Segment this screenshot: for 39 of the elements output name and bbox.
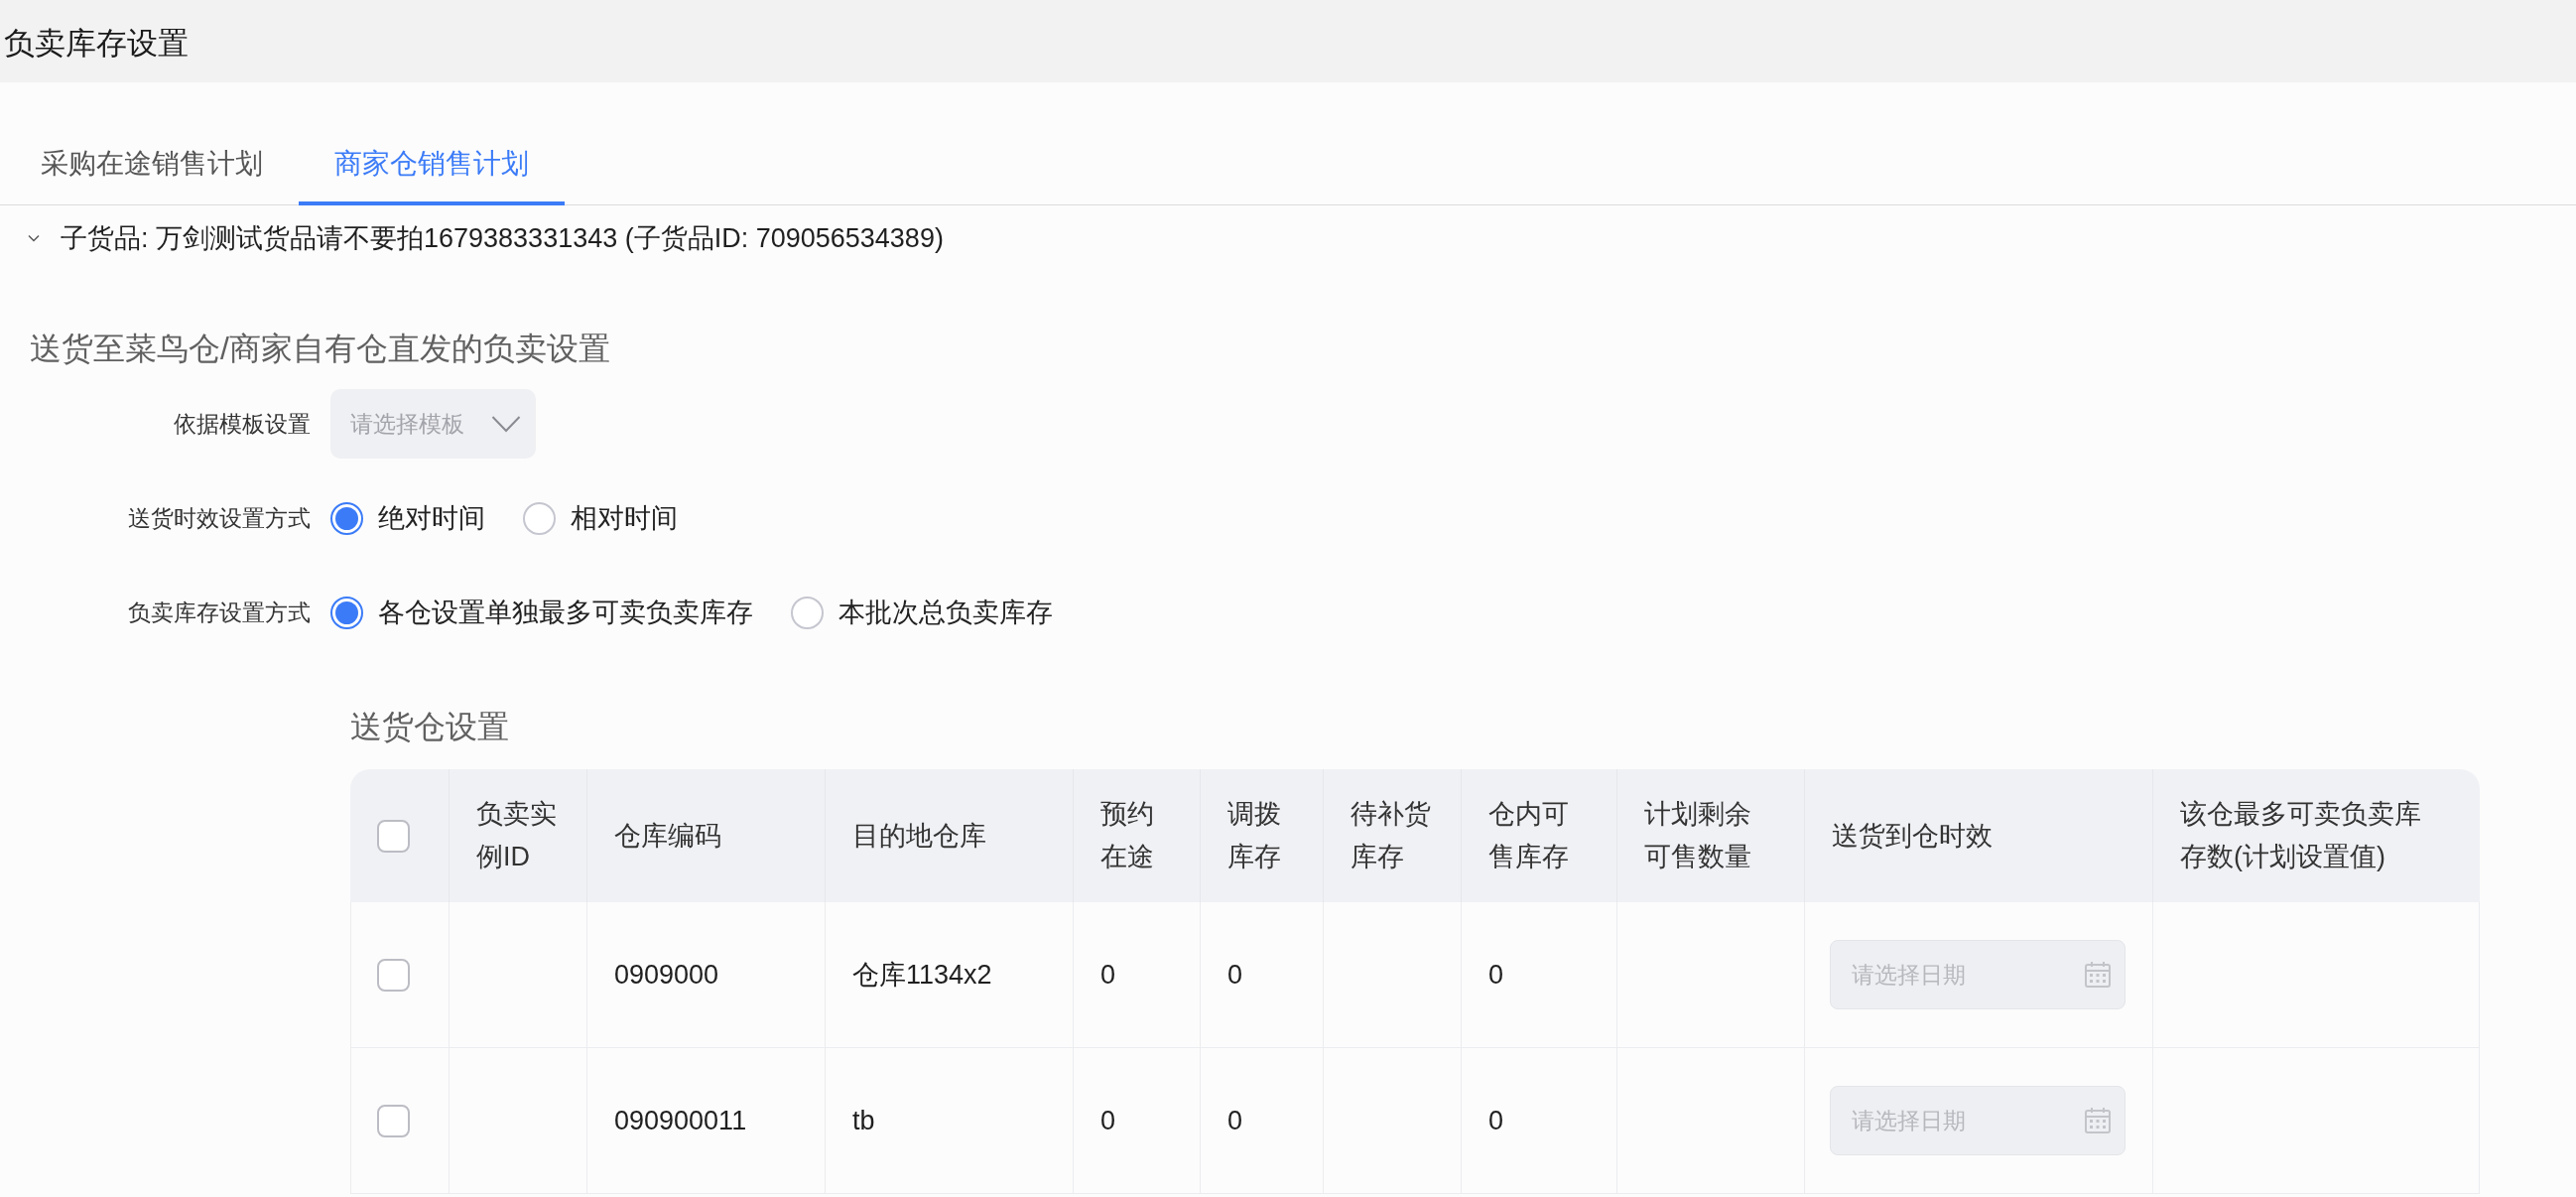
table-cell: 0 — [1488, 959, 1504, 991]
checkbox[interactable] — [377, 1104, 410, 1137]
table-cell: tb — [852, 1105, 875, 1136]
radio-option[interactable]: 各仓设置单独最多可卖负卖库存 — [330, 595, 753, 630]
page-title: 负卖库存设置 — [4, 24, 189, 63]
column-header: 待补货库存 — [1351, 798, 1432, 873]
calendar-icon — [2084, 1107, 2112, 1134]
radio-option[interactable]: 绝对时间 — [330, 500, 485, 536]
table-cell: 0909000 — [614, 959, 719, 991]
table-cell: 0 — [1488, 1105, 1504, 1136]
table-cell: 0 — [1227, 959, 1243, 991]
tab[interactable]: 采购在途销售计划 — [5, 126, 299, 205]
column-header: 目的地仓库 — [852, 819, 986, 853]
collapse-header[interactable]: 子货品: 万剑测试货品请不要拍1679383331343 (子货品ID: 709056534389) — [0, 205, 944, 271]
table-cell-text: 仓库1134x2 — [852, 959, 992, 992]
checkbox[interactable] — [377, 958, 410, 992]
field-label: 依据模板设置 — [174, 409, 311, 439]
tab[interactable]: 商家仓销售计划 — [299, 126, 565, 205]
table-cell: 090900011 — [614, 1105, 747, 1136]
chevron-down-icon — [491, 415, 521, 433]
radio-option[interactable]: 本批次总负卖库存 — [791, 595, 1053, 630]
table-cell: 0 — [1100, 1105, 1116, 1136]
column-header: 调拨库存 — [1227, 798, 1282, 873]
table-title: 送货仓设置 — [350, 709, 509, 744]
table-cell: 0 — [1100, 959, 1116, 991]
column-header: 该仓最多可卖负卖库存数(计划设置值) — [2180, 798, 2422, 873]
table-cell: 0 — [1227, 1105, 1243, 1136]
column-header: 仓库编码 — [614, 819, 721, 853]
column-header: 计划剩余可售数量 — [1644, 798, 1752, 873]
column-header: 负卖实例ID — [476, 798, 558, 873]
radio-option[interactable]: 相对时间 — [523, 500, 678, 536]
checkbox[interactable] — [377, 819, 410, 853]
field-label: 负卖库存设置方式 — [128, 598, 311, 627]
field-label: 送货时效设置方式 — [128, 503, 311, 533]
calendar-icon — [2084, 961, 2112, 989]
section-title: 送货至菜鸟仓/商家自有仓直发的负卖设置 — [30, 331, 610, 366]
column-header: 仓内可售库存 — [1488, 798, 1570, 873]
column-header: 预约在途 — [1100, 798, 1155, 873]
column-header: 送货到仓时效 — [1832, 819, 1993, 853]
